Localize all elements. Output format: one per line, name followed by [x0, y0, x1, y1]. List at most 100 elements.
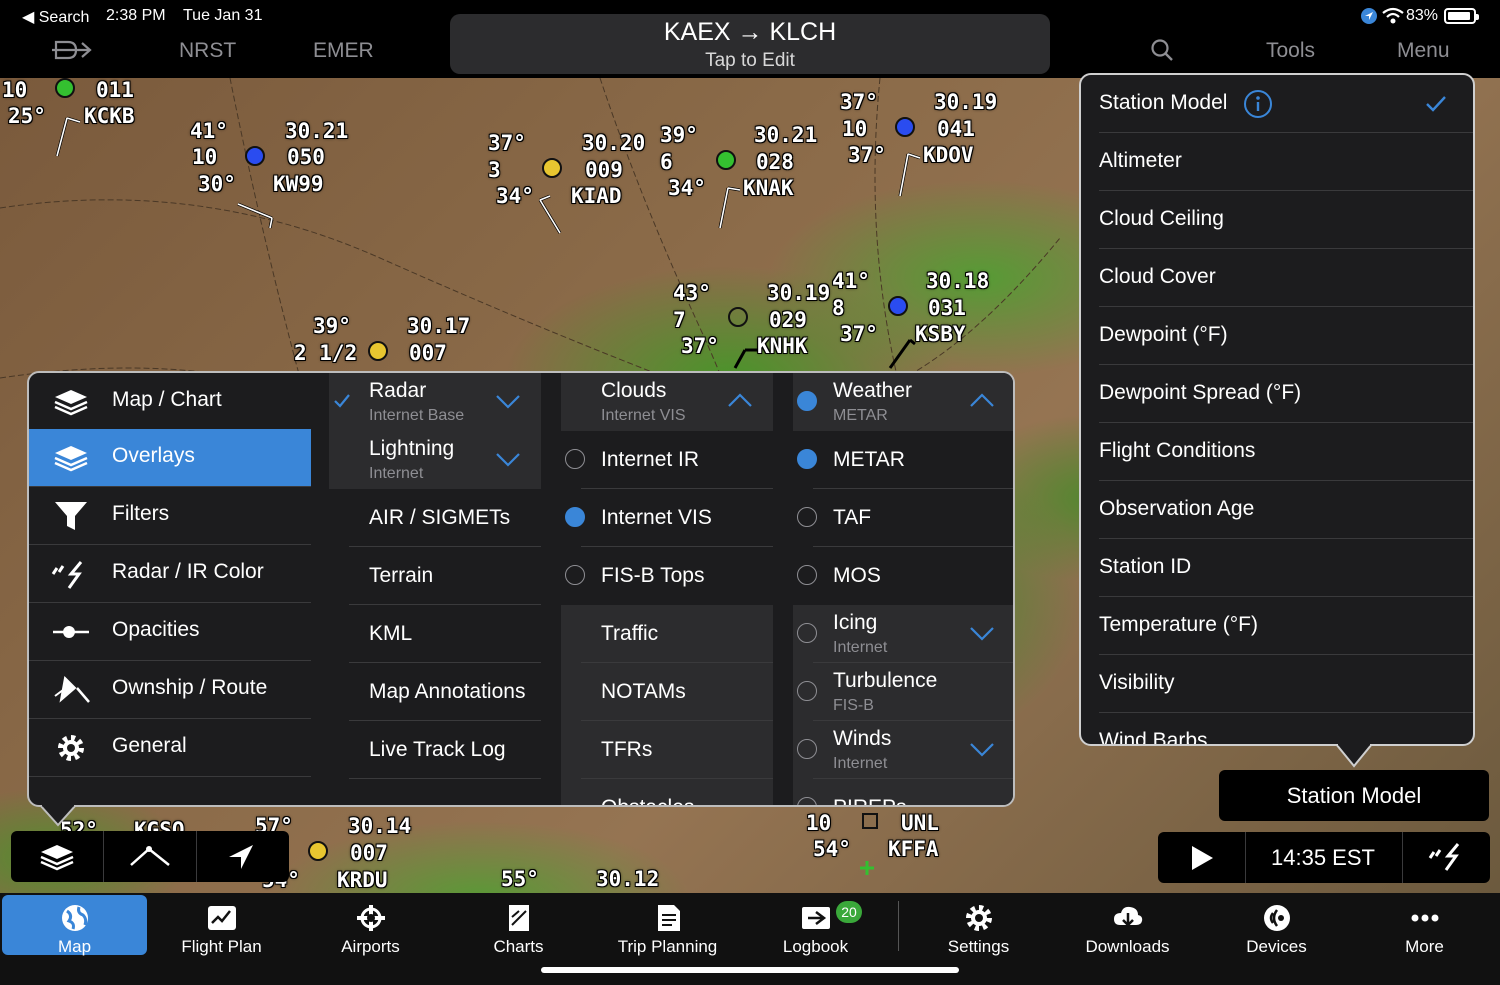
radio-button[interactable] [797, 739, 817, 759]
overlay-notams[interactable]: NOTAMs [561, 663, 773, 721]
station-id[interactable]: KSBY [915, 324, 966, 345]
radio-button-selected[interactable] [565, 507, 585, 527]
category-overlays[interactable]: Overlays [29, 429, 311, 487]
overlay-tfrs[interactable]: TFRs [561, 721, 773, 779]
category-radar-ir-color[interactable]: Radar / IR Color [29, 545, 311, 603]
overlay-weather[interactable]: Weather METAR [793, 373, 1013, 431]
station-model-option[interactable]: Altimeter [1081, 133, 1473, 191]
radio-button[interactable] [797, 681, 817, 701]
station-dot[interactable] [728, 307, 748, 327]
clouds-internet-ir[interactable]: Internet IR [561, 431, 773, 489]
overlay-kml[interactable]: KML [329, 605, 541, 663]
chevron-down-icon[interactable] [495, 391, 521, 411]
station-id[interactable]: KRDU [337, 870, 388, 891]
station-model-option[interactable]: Dewpoint (°F) [1081, 307, 1473, 365]
weather-taf[interactable]: TAF [793, 489, 1013, 547]
menu-button[interactable]: Menu [1397, 39, 1450, 63]
station-square[interactable] [862, 813, 878, 829]
station-id[interactable]: KW99 [273, 174, 324, 195]
station-model-option[interactable]: Flight Conditions [1081, 423, 1473, 481]
chevron-down-icon[interactable] [969, 623, 995, 643]
radio-button[interactable] [797, 623, 817, 643]
overlay-pireps[interactable]: PIREPs [793, 779, 1013, 805]
category-filters[interactable]: Filters [29, 487, 311, 545]
overlay-live-track-log[interactable]: Live Track Log [329, 721, 541, 779]
tab-logbook[interactable]: Logbook [743, 895, 888, 956]
nrst-button[interactable]: NRST [179, 39, 236, 63]
tab-more[interactable]: More [1352, 895, 1497, 956]
direct-to-icon[interactable] [52, 38, 94, 62]
lightning-icon[interactable] [1428, 842, 1464, 872]
radio-button-selected[interactable] [797, 449, 817, 469]
station-id[interactable]: KFFA [888, 839, 939, 860]
tab-settings[interactable]: Settings [906, 895, 1051, 956]
station-dot-vfr[interactable] [716, 150, 736, 170]
overlay-turbulence[interactable]: Turbulence FIS-B [793, 663, 1013, 721]
station-model-option[interactable]: Dewpoint Spread (°F) [1081, 365, 1473, 423]
station-model-option[interactable]: Temperature (°F) [1081, 597, 1473, 655]
station-id[interactable]: KNAK [743, 178, 794, 199]
back-to-search-link[interactable]: ◀ Search [22, 7, 89, 27]
station-dot-ifr[interactable] [542, 158, 562, 178]
overlay-winds[interactable]: Winds Internet [793, 721, 1013, 779]
category-ownship-route[interactable]: Ownship / Route [29, 661, 311, 719]
station-model-button[interactable]: Station Model [1219, 770, 1489, 821]
tab-devices[interactable]: Devices [1204, 895, 1349, 956]
tab-charts[interactable]: Charts [446, 895, 591, 956]
tab-airports[interactable]: Airports [298, 895, 443, 956]
overlay-icing[interactable]: Icing Internet [793, 605, 1013, 663]
station-id[interactable]: KIAD [571, 186, 622, 207]
emer-button[interactable]: EMER [313, 39, 374, 63]
radio-button[interactable] [565, 449, 585, 469]
overlay-traffic[interactable]: Traffic [561, 605, 773, 663]
radio-button[interactable] [797, 797, 817, 805]
search-icon[interactable] [1150, 38, 1174, 62]
tab-flight-plan[interactable]: Flight Plan [149, 895, 294, 956]
station-id[interactable]: KNHK [757, 336, 808, 357]
chevron-up-icon[interactable] [727, 391, 753, 411]
station-model-option[interactable]: Station Model [1081, 75, 1473, 133]
tools-button[interactable]: Tools [1266, 39, 1315, 63]
station-model-option[interactable]: Station ID [1081, 539, 1473, 597]
overlay-map-annotations[interactable]: Map Annotations [329, 663, 541, 721]
station-model-option[interactable]: Cloud Ceiling [1081, 191, 1473, 249]
clouds-internet-vis[interactable]: Internet VIS [561, 489, 773, 547]
station-dot-mvfr[interactable] [895, 117, 915, 137]
station-model-option[interactable]: Observation Age [1081, 481, 1473, 539]
station-id[interactable]: KDOV [923, 145, 974, 166]
play-icon[interactable] [1190, 845, 1214, 871]
radio-button-selected[interactable] [797, 391, 817, 411]
station-dot-ifr[interactable] [308, 841, 328, 861]
station-model-option[interactable]: Visibility [1081, 655, 1473, 713]
tab-map[interactable]: Map [2, 895, 147, 956]
info-icon[interactable] [1243, 89, 1273, 119]
station-dot-mvfr[interactable] [245, 146, 265, 166]
profile-view-icon[interactable] [129, 845, 171, 869]
overlay-terrain[interactable]: Terrain [329, 547, 541, 605]
category-map-chart[interactable]: Map / Chart [29, 373, 311, 431]
category-general[interactable]: General [29, 719, 311, 777]
station-dot-ifr[interactable] [368, 341, 388, 361]
radio-button[interactable] [565, 565, 585, 585]
overlay-obstacles[interactable]: Obstacles [561, 779, 773, 805]
overlay-clouds[interactable]: Clouds Internet VIS [561, 373, 773, 431]
weather-metar[interactable]: METAR [793, 431, 1013, 489]
station-dot-vfr[interactable] [55, 78, 75, 98]
weather-mos[interactable]: MOS [793, 547, 1013, 605]
station-model-option[interactable]: Wind Barbs [1081, 713, 1473, 744]
radio-button[interactable] [797, 507, 817, 527]
chevron-down-icon[interactable] [495, 449, 521, 469]
overlay-radar[interactable]: Radar Internet Base [329, 373, 541, 431]
chevron-down-icon[interactable] [969, 739, 995, 759]
radio-button[interactable] [797, 565, 817, 585]
tab-trip-planning[interactable]: Trip Planning [595, 895, 740, 956]
tab-downloads[interactable]: Downloads [1055, 895, 1200, 956]
station-dot-mvfr[interactable] [888, 296, 908, 316]
track-up-icon[interactable] [227, 843, 255, 871]
layers-icon[interactable] [39, 843, 75, 871]
chevron-up-icon[interactable] [969, 391, 995, 411]
station-id[interactable]: KCKB [84, 106, 135, 127]
station-model-option[interactable]: Cloud Cover [1081, 249, 1473, 307]
overlay-air-sigmets[interactable]: AIR / SIGMETs [329, 489, 541, 547]
clouds-fisb-tops[interactable]: FIS-B Tops [561, 547, 773, 605]
